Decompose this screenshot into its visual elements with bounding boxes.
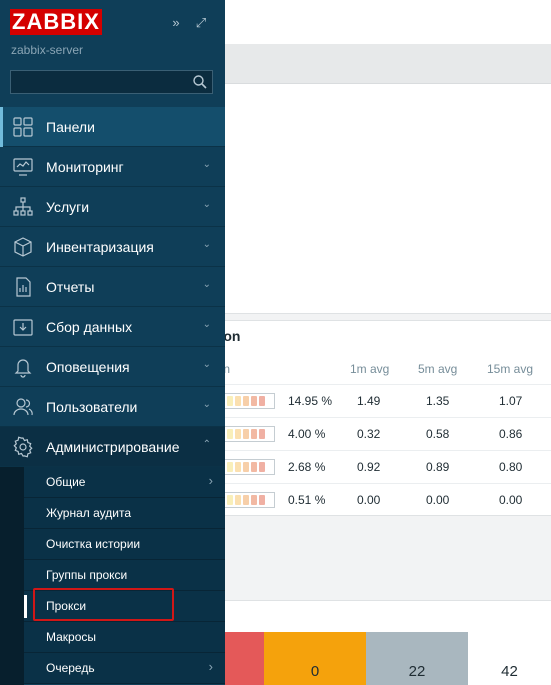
severity-count: 22: [408, 663, 426, 680]
submenu-item-label: Журнал аудита: [46, 506, 132, 520]
zabbix-logo[interactable]: ZABBIX: [10, 9, 102, 35]
admin-submenu: Общие › Журнал аудита Очистка истории Гр…: [0, 467, 225, 684]
avg5-value: 0.58: [426, 427, 450, 441]
menu-item-label: Сбор данных: [46, 319, 133, 335]
chevron-down-icon: ⌄: [202, 359, 211, 370]
chevron-right-icon: ›: [208, 659, 213, 674]
submenu-item-label: Очередь: [46, 661, 95, 675]
menu-item-alerts[interactable]: Оповещения ⌄: [0, 347, 225, 387]
avg5-value: 1.35: [426, 394, 450, 408]
avg15-value: 0.86: [499, 427, 523, 441]
menu-item-label: Отчеты: [46, 279, 95, 295]
submenu-item-label: Группы прокси: [46, 568, 128, 582]
severity-bar-info[interactable]: 22: [366, 632, 468, 685]
menu-item-services[interactable]: Услуги ⌄: [0, 187, 225, 227]
menu-item-inventory[interactable]: Инвентаризация ⌄: [0, 227, 225, 267]
menu-item-administration[interactable]: Администрирование ⌃: [0, 427, 225, 467]
users-icon: [13, 398, 33, 416]
menu-item-users[interactable]: Пользователи ⌄: [0, 387, 225, 427]
menu-item-dashboards[interactable]: Панели: [0, 107, 225, 147]
chevron-down-icon: ⌄: [202, 239, 211, 250]
submenu-item-audit-log[interactable]: Журнал аудита: [24, 498, 225, 529]
col-header-1m[interactable]: 1m avg: [350, 362, 389, 376]
monitoring-icon: [13, 158, 33, 176]
util-value: 2.68 %: [288, 460, 326, 474]
menu-item-label: Пользователи: [46, 399, 138, 415]
chevron-up-icon: ⌃: [202, 439, 211, 450]
col-header-5m[interactable]: 5m avg: [418, 362, 457, 376]
avg15-value: 0.00: [499, 493, 523, 507]
severity-count: 0: [310, 663, 320, 680]
submenu-item-queue[interactable]: Очередь ›: [24, 653, 225, 684]
menu-item-label: Панели: [46, 119, 95, 135]
avg1-value: 0.00: [357, 493, 381, 507]
severity-bar-total[interactable]: 42: [468, 632, 551, 685]
search-input[interactable]: [10, 70, 213, 94]
avg1-value: 1.49: [357, 394, 381, 408]
avg15-value: 0.80: [499, 460, 523, 474]
menu-item-label: Администрирование: [46, 439, 180, 455]
main-menu: Панели Мониторинг ⌄ Услуги ⌄ Инвентариза…: [0, 107, 225, 467]
util-value: 4.00 %: [288, 427, 326, 441]
kiosk-mode-icon[interactable]: ⤢: [193, 15, 209, 31]
severity-count: 42: [501, 663, 518, 680]
data-collection-icon: [13, 319, 33, 336]
submenu-item-label: Общие: [46, 475, 86, 489]
util-value: 0.51 %: [288, 493, 326, 507]
col-header-15m[interactable]: 15m avg: [487, 362, 533, 376]
reports-icon: [16, 277, 31, 297]
inventory-icon: [14, 237, 32, 257]
submenu-item-proxy-groups[interactable]: Группы прокси: [24, 560, 225, 591]
avg1-value: 0.92: [357, 460, 381, 474]
server-name: zabbix-server: [11, 43, 84, 57]
collapse-sidebar-icon[interactable]: »: [168, 15, 184, 31]
highlight-box: [33, 588, 174, 621]
chevron-down-icon: ⌄: [202, 159, 211, 170]
chevron-down-icon: ⌄: [202, 319, 211, 330]
gear-icon: [13, 436, 33, 458]
menu-item-label: Инвентаризация: [46, 239, 154, 255]
avg1-value: 0.32: [357, 427, 381, 441]
dashboard-icon: [13, 117, 33, 137]
menu-item-data-collection[interactable]: Сбор данных ⌄: [0, 307, 225, 347]
alerts-icon: [14, 359, 32, 378]
avg5-value: 0.89: [426, 460, 450, 474]
submenu-item-macros[interactable]: Макросы: [24, 622, 225, 653]
severity-bar-average[interactable]: 0: [264, 632, 366, 685]
avg15-value: 1.07: [499, 394, 523, 408]
menu-item-label: Оповещения: [46, 359, 130, 375]
submenu-item-general[interactable]: Общие ›: [24, 467, 225, 498]
search-icon[interactable]: [192, 74, 208, 90]
menu-item-monitoring[interactable]: Мониторинг ⌄: [0, 147, 225, 187]
avg5-value: 0.00: [426, 493, 450, 507]
menu-item-label: Услуги: [46, 199, 90, 215]
submenu-item-label: Очистка истории: [46, 537, 141, 551]
chevron-right-icon: ›: [208, 473, 213, 488]
menu-item-reports[interactable]: Отчеты ⌄: [0, 267, 225, 307]
menu-item-label: Мониторинг: [46, 159, 124, 175]
util-value: 14.95 %: [288, 394, 333, 408]
services-icon: [13, 197, 33, 216]
submenu-item-housekeeping[interactable]: Очистка истории: [24, 529, 225, 560]
sidebar: ZABBIX zabbix-server » ⤢ Панели Монитори…: [0, 0, 225, 685]
chevron-down-icon: ⌄: [202, 199, 211, 210]
submenu-item-label: Макросы: [46, 630, 97, 644]
chevron-down-icon: ⌄: [202, 399, 211, 410]
chevron-down-icon: ⌄: [202, 279, 211, 290]
